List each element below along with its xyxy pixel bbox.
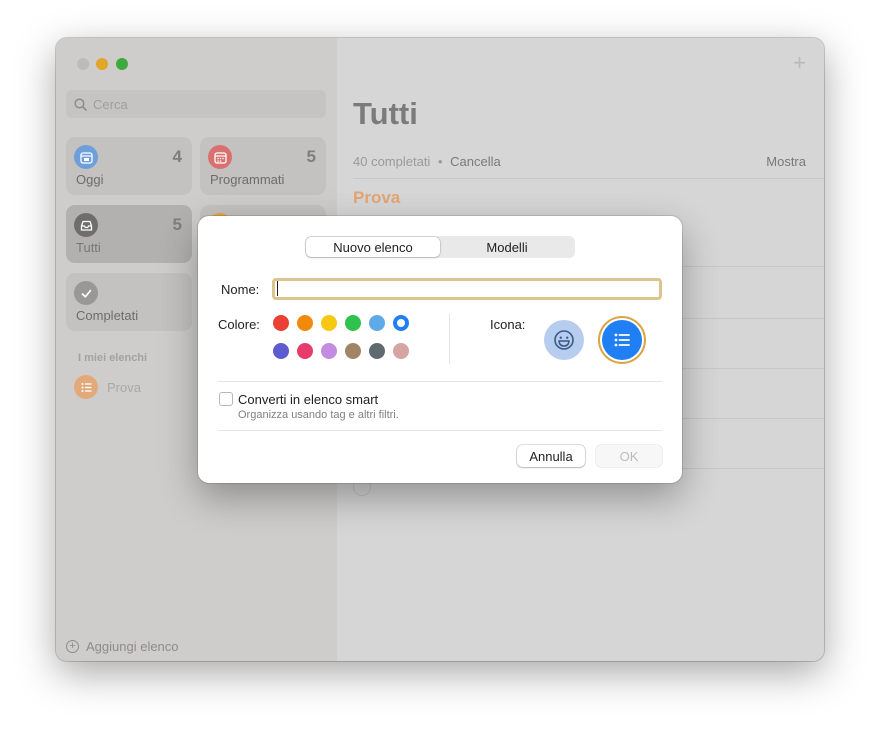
- smart-list-checkbox-label: Converti in elenco smart: [238, 392, 379, 407]
- list-bullet-icon: [74, 375, 98, 399]
- completed-label: Completati: [76, 308, 139, 323]
- list-bullet-icon[interactable]: [602, 320, 642, 360]
- search-icon: [74, 97, 87, 111]
- today-label: Oggi: [76, 172, 104, 187]
- smart-list-all[interactable]: 5 Tutti: [66, 205, 192, 263]
- tray-icon: [74, 213, 98, 237]
- all-count: 5: [172, 215, 182, 234]
- list-item-prova[interactable]: Prova: [74, 374, 141, 400]
- smart-list-description: Organizza usando tag e altri filtri.: [238, 409, 399, 421]
- divider: [218, 430, 662, 431]
- color-swatch[interactable]: [297, 315, 313, 331]
- my-lists-heading: I miei elenchi: [78, 352, 148, 364]
- plus-circle-icon: +: [66, 640, 79, 653]
- smart-list-checkbox[interactable]: [219, 392, 233, 406]
- show-completed-button[interactable]: Mostra: [766, 154, 806, 169]
- tab-templates[interactable]: Modelli: [440, 237, 574, 257]
- search-placeholder: Cerca: [93, 96, 128, 112]
- color-swatch[interactable]: [297, 343, 313, 359]
- color-swatch[interactable]: [345, 315, 361, 331]
- smiley-icon[interactable]: [544, 320, 584, 360]
- color-swatch[interactable]: [273, 343, 289, 359]
- page-title: Tutti: [353, 96, 418, 131]
- list-item-label: Prova: [107, 379, 141, 395]
- color-swatch[interactable]: [273, 315, 289, 331]
- color-swatch[interactable]: [345, 343, 361, 359]
- text-caret: [277, 281, 278, 296]
- color-swatch[interactable]: [393, 315, 409, 331]
- add-list-label: Aggiungi elenco: [86, 639, 179, 654]
- tab-new-list[interactable]: Nuovo elenco: [306, 237, 440, 257]
- cancel-button[interactable]: Annulla: [517, 445, 585, 467]
- completed-count: 40 completati: [353, 154, 431, 169]
- scheduled-label: Programmati: [210, 172, 285, 187]
- all-label: Tutti: [76, 240, 101, 255]
- maximize-window-button[interactable]: [116, 58, 128, 70]
- color-swatch[interactable]: [321, 315, 337, 331]
- smart-list-scheduled[interactable]: 5 Programmati: [200, 137, 326, 195]
- dialog-segmented-control: Nuovo elenco Modelli: [305, 236, 575, 258]
- add-list-button[interactable]: + Aggiungi elenco: [66, 639, 179, 654]
- smart-list-completed[interactable]: Completati: [66, 273, 192, 331]
- new-list-dialog: Nuovo elenco Modelli Nome: Colore: Icona…: [198, 216, 682, 483]
- calendar-icon: [208, 145, 232, 169]
- today-count: 4: [172, 147, 182, 166]
- smart-list-today[interactable]: 4 Oggi: [66, 137, 192, 195]
- divider: [218, 381, 662, 382]
- color-swatch[interactable]: [369, 315, 385, 331]
- checkmark-icon: [74, 281, 98, 305]
- color-label: Colore:: [218, 317, 260, 332]
- section-title: Prova: [353, 188, 401, 207]
- scheduled-count: 5: [306, 147, 316, 166]
- clear-completed-link[interactable]: Cancella: [450, 154, 501, 169]
- completed-summary: 40 completati • Cancella: [353, 154, 501, 169]
- name-label: Nome:: [221, 282, 260, 297]
- search-field[interactable]: Cerca: [66, 90, 326, 118]
- minimize-window-button[interactable]: [96, 58, 108, 70]
- color-swatch[interactable]: [321, 343, 337, 359]
- divider: [353, 178, 824, 179]
- color-swatch[interactable]: [369, 343, 385, 359]
- ok-button[interactable]: OK: [596, 445, 662, 467]
- add-reminder-button[interactable]: +: [793, 50, 806, 76]
- calendar-today-icon: [74, 145, 98, 169]
- color-swatch[interactable]: [393, 343, 409, 359]
- icon-label: Icona:: [490, 317, 526, 332]
- name-input[interactable]: [272, 278, 662, 300]
- vertical-divider: [449, 314, 450, 364]
- close-window-button[interactable]: [77, 58, 89, 70]
- meta-separator: •: [437, 154, 443, 169]
